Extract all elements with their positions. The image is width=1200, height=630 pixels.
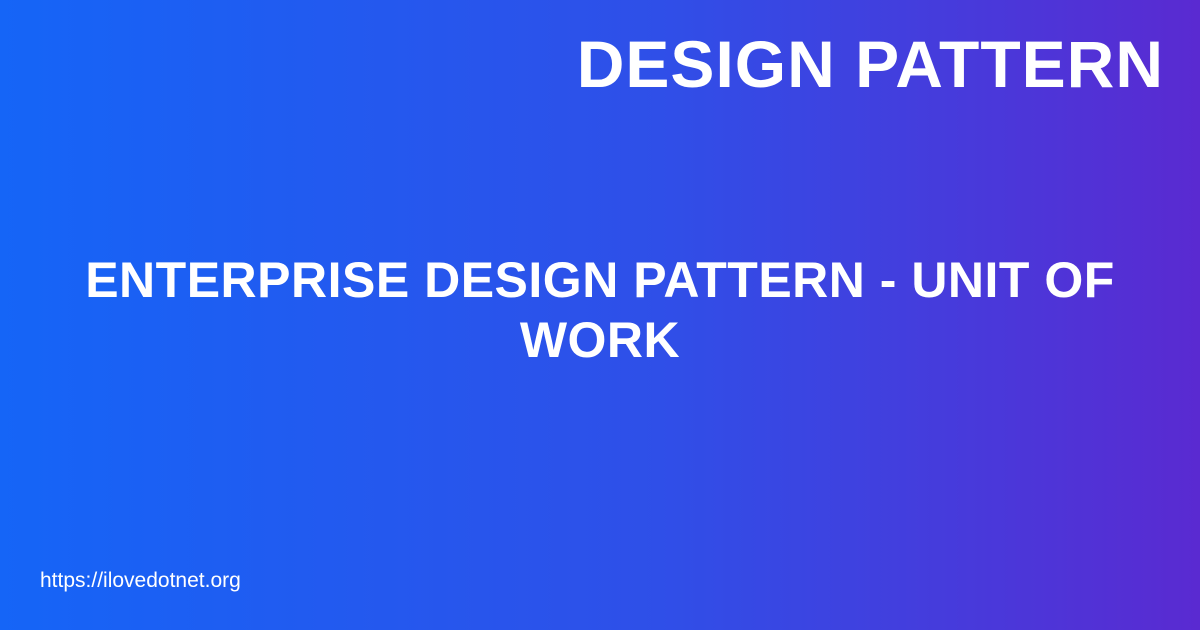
article-title: ENTERPRISE DESIGN PATTERN - UNIT OF WORK <box>85 252 1115 368</box>
og-card: DESIGN PATTERN ENTERPRISE DESIGN PATTERN… <box>0 0 1200 630</box>
site-url: https://ilovedotnet.org <box>40 569 241 592</box>
category-heading: DESIGN PATTERN <box>576 27 1164 101</box>
